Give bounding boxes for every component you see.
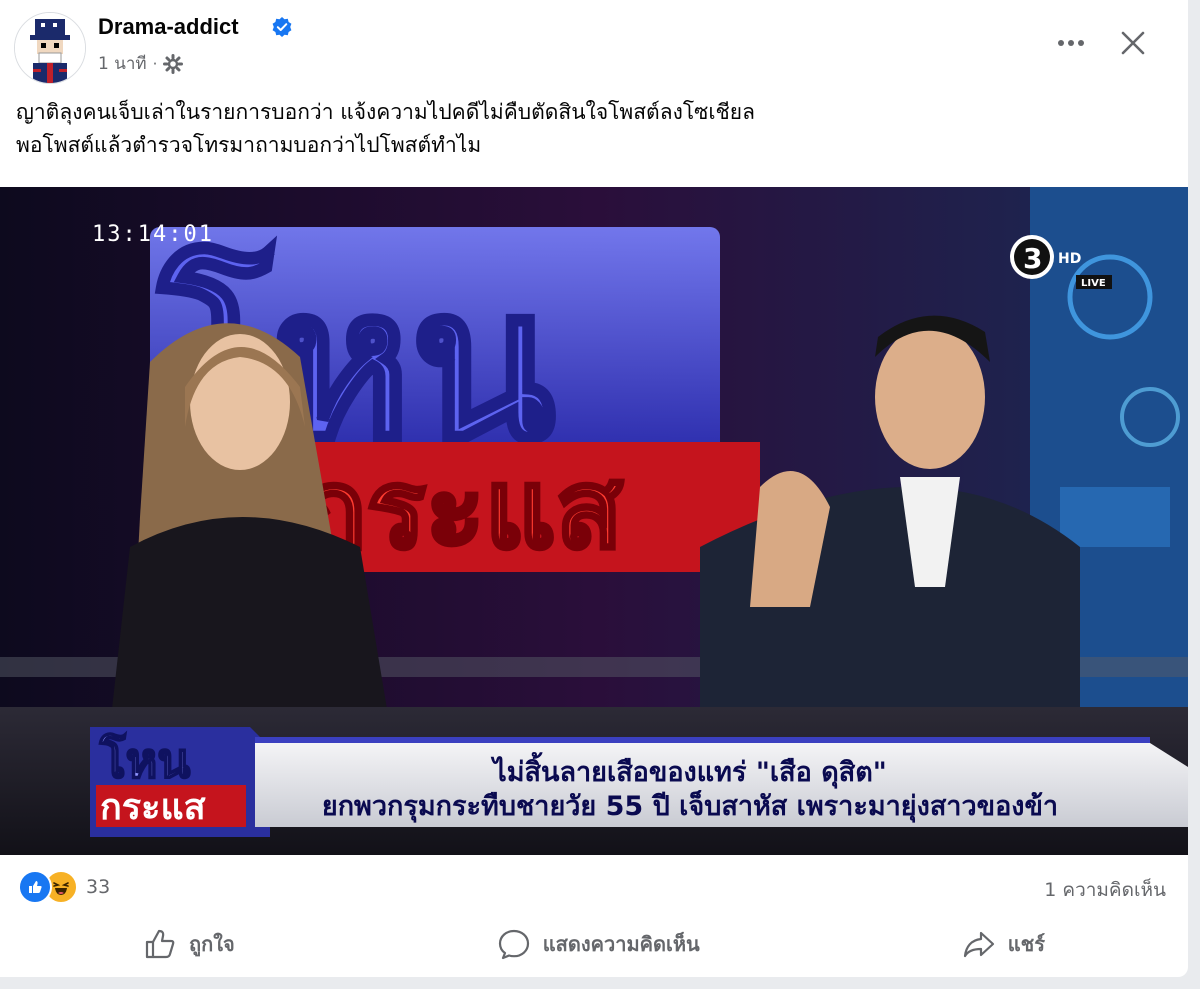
post-header: Drama-addict 1 นาที · [0, 0, 1188, 90]
author-avatar[interactable] [14, 12, 86, 84]
post-card: Drama-addict 1 นาที · ญาติลุงคนเจ็บเล่าใ… [0, 0, 1188, 977]
meta-separator: · [152, 54, 158, 73]
caption-line-2: พอโพสต์แล้วตำรวจโทรมาถามบอกว่าไปโพสต์ทำไ… [16, 133, 482, 157]
like-reaction-icon [18, 870, 52, 904]
reaction-count: 33 [86, 876, 111, 898]
more-options-button[interactable] [1052, 24, 1090, 62]
comment-count[interactable]: 1 ความคิดเห็น [1044, 875, 1166, 905]
post-stats: 33 1 ความคิดเห็น [0, 858, 1188, 920]
headline-line-2: ยกพวกรุมกระทืบชายวัย 55 ปี เจ็บสาหัส เพร… [322, 788, 1058, 823]
caption-line-1: ญาติลุงคนเจ็บเล่าในรายการบอกว่า แจ้งความ… [16, 100, 755, 124]
post-image[interactable]: โหน กระแส 13:14:01 3 HD LIVE โหน กระแส ไ… [0, 187, 1188, 855]
comment-bubble-icon [498, 929, 529, 960]
post-caption: ญาติลุงคนเจ็บเล่าในรายการบอกว่า แจ้งความ… [16, 96, 1176, 162]
share-label: แชร์ [1007, 932, 1045, 956]
like-label: ถูกใจ [189, 932, 235, 956]
close-button[interactable] [1114, 24, 1152, 62]
share-arrow-icon [963, 931, 994, 958]
close-icon [1121, 31, 1145, 55]
svg-text:3: 3 [1023, 242, 1042, 275]
more-options-icon [1058, 40, 1084, 46]
headline-line-1: ไม่สิ้นลายเสือของแทร่ "เสือ ดุสิต" [490, 751, 887, 789]
svg-text:LIVE: LIVE [1081, 278, 1106, 289]
post-time[interactable]: 1 นาที [98, 50, 147, 77]
broadcast-timestamp: 13:14:01 [92, 222, 214, 247]
like-button[interactable]: ถูกใจ [103, 919, 275, 969]
author-name[interactable]: Drama-addict [98, 14, 239, 40]
post-meta: 1 นาที · [98, 50, 184, 77]
reaction-summary[interactable]: 33 [18, 870, 110, 904]
tv-broadcast-image: โหน กระแส 13:14:01 3 HD LIVE โหน กระแส ไ… [0, 187, 1188, 855]
comment-label: แสดงความคิดเห็น [542, 932, 700, 956]
avatar-cartoon-image [15, 13, 85, 83]
verified-badge-icon [272, 17, 292, 37]
share-button[interactable]: แชร์ [922, 919, 1085, 969]
banner-logo-bottom: กระแส [100, 787, 206, 828]
svg-text:HD: HD [1058, 251, 1081, 267]
post-actions: ถูกใจ แสดงความคิดเห็น แชร์ [12, 916, 1176, 972]
thumbs-up-icon [145, 929, 175, 959]
banner-logo-top: โหน [99, 732, 190, 789]
comment-button[interactable]: แสดงความคิดเห็น [457, 919, 740, 969]
globe-icon [163, 53, 184, 74]
lower-third-banner: โหน กระแส ไม่สิ้นลายเสือของแทร่ "เสือ ดุ… [90, 727, 1188, 837]
